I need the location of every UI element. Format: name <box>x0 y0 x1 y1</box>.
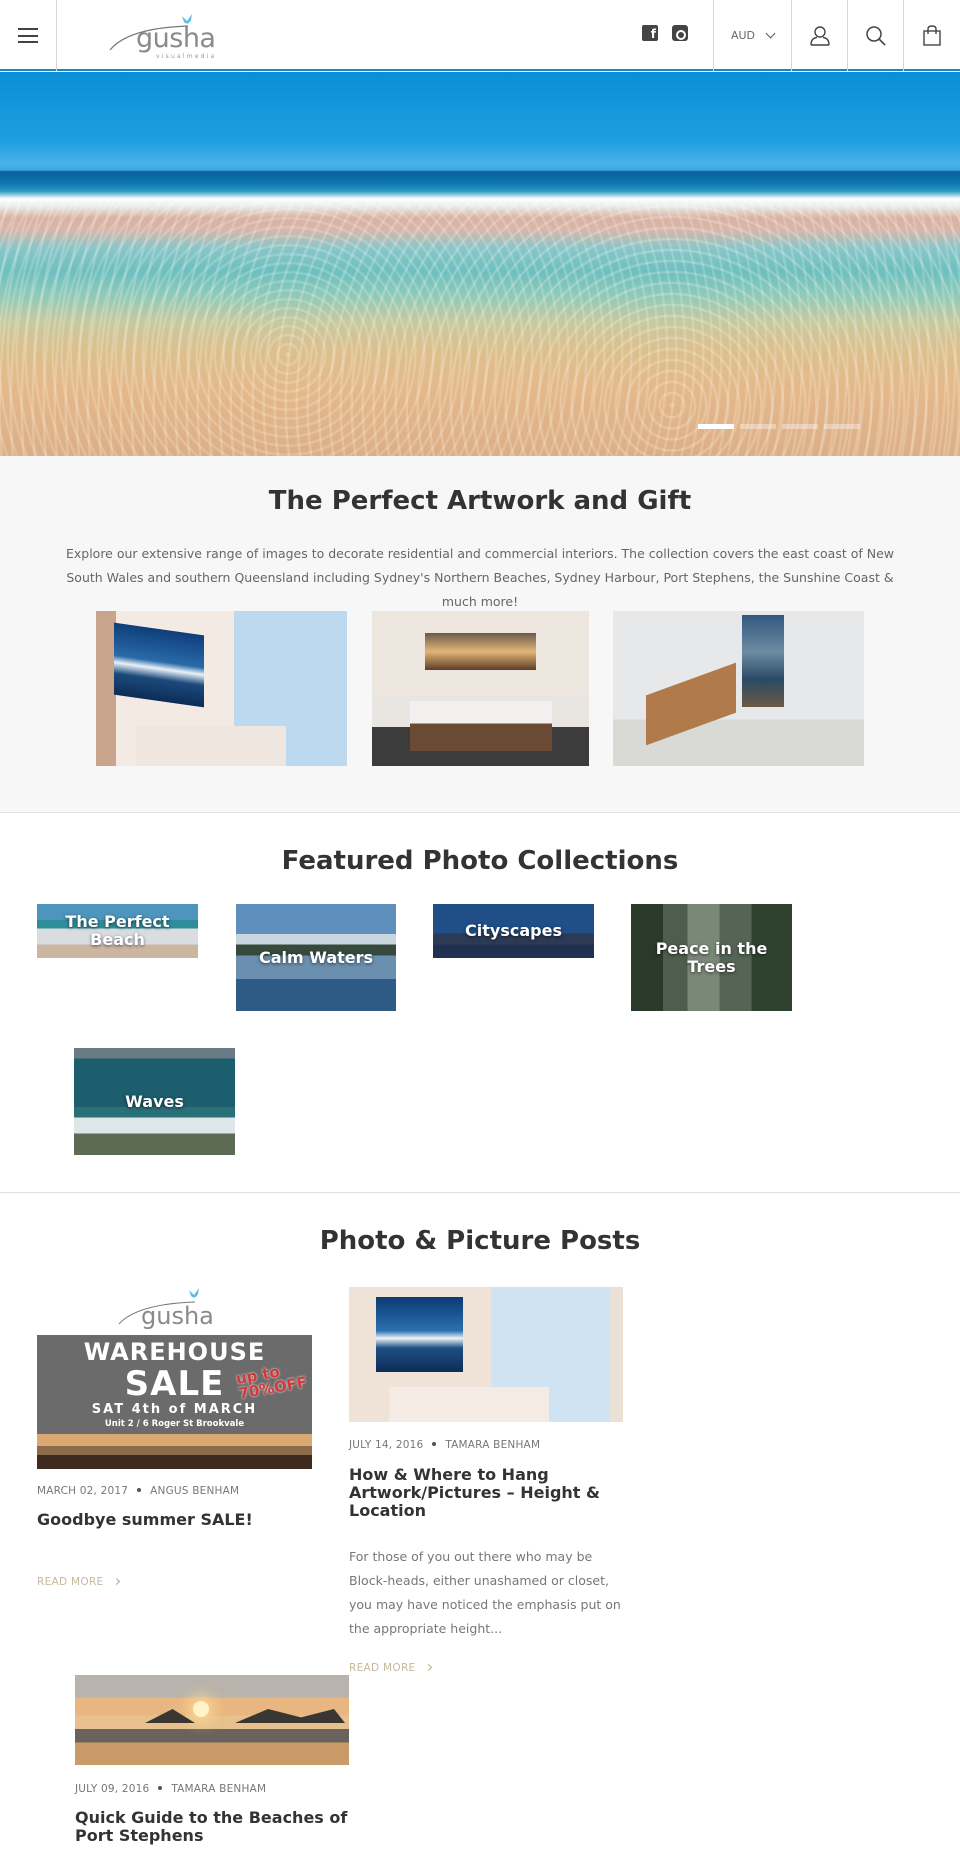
post-author: TAMARA BENHAM <box>171 1783 267 1795</box>
search-icon <box>865 25 886 46</box>
collection-label: Calm Waters <box>258 947 374 967</box>
room-image-lounge[interactable] <box>613 611 864 766</box>
slide-dot-4[interactable] <box>824 424 860 429</box>
sofa-shape <box>389 1387 549 1422</box>
hamburger-icon <box>18 28 38 43</box>
artwork-frame <box>425 633 536 670</box>
sofa-shape <box>136 726 286 766</box>
read-more-link[interactable]: READ MORE <box>37 1576 120 1588</box>
room-image-living[interactable] <box>96 611 347 766</box>
bullet-icon <box>158 1786 163 1790</box>
post-date: MARCH 02, 2017 <box>37 1485 129 1497</box>
intro-section: The Perfect Artwork and Gift Explore our… <box>0 456 960 813</box>
artwork-frame <box>376 1297 463 1372</box>
bed-shape <box>410 701 552 751</box>
posts-title: Photo & Picture Posts <box>319 1226 641 1256</box>
logo-swoosh-bird-icon: gusha <box>118 1288 214 1330</box>
banner-address: Unit 2 / 6 Roger St Brookvale <box>104 1419 245 1429</box>
banner-logo: gusha <box>117 1286 232 1334</box>
post-title[interactable]: How & Where to Hang Artwork/Pictures – H… <box>349 1466 609 1520</box>
post-date: JULY 09, 2016 <box>75 1783 150 1795</box>
read-more-label: READ MORE <box>37 1576 104 1588</box>
chevron-right-icon <box>424 1663 432 1672</box>
account-button[interactable] <box>792 0 848 71</box>
collections-title: Featured Photo Collections <box>281 846 679 876</box>
artwork-frame <box>114 622 204 708</box>
collection-tile-cityscapes[interactable]: Cityscapes <box>433 904 594 958</box>
post-image-warehouse-sale[interactable]: gusha WAREHOUSE SALE up to 70%OFF SAT 4t… <box>37 1286 312 1469</box>
chevron-down-icon <box>765 28 776 39</box>
svg-text:gusha: gusha <box>141 1302 214 1330</box>
chevron-right-icon <box>112 1577 120 1586</box>
read-more-link[interactable]: READ MORE <box>349 1662 432 1674</box>
island-shape <box>145 1709 195 1723</box>
read-more-label: READ MORE <box>349 1662 416 1674</box>
collection-label: Peace in the Trees <box>655 938 768 976</box>
post-title[interactable]: Quick Guide to the Beaches of Port Steph… <box>75 1809 349 1845</box>
post-date: JULY 14, 2016 <box>349 1439 424 1451</box>
post-meta: JULY 14, 2016 TAMARA BENHAM <box>349 1439 540 1451</box>
site-logo[interactable]: gusha visualmedia <box>108 10 223 60</box>
collection-label: Waves <box>125 1091 184 1111</box>
post-image-port-stephens[interactable] <box>75 1675 349 1765</box>
bullet-icon <box>432 1442 437 1446</box>
currency-selector[interactable]: AUD <box>713 0 792 71</box>
banner-photo <box>37 1434 312 1469</box>
slide-indicators <box>698 424 860 429</box>
chair-shape <box>646 662 736 746</box>
bullet-icon <box>137 1488 142 1492</box>
post-image-hang-artwork[interactable] <box>349 1287 623 1422</box>
island-shape <box>235 1709 345 1723</box>
section-divider <box>0 1192 960 1193</box>
instagram-icon[interactable] <box>672 25 688 41</box>
user-icon <box>809 25 830 46</box>
search-button[interactable] <box>848 0 904 71</box>
logo-wordmark: gusha <box>136 23 216 54</box>
slide-dot-2[interactable] <box>740 424 776 429</box>
banner-date: SAT 4th of MARCH <box>91 1402 258 1417</box>
artwork-frame <box>742 615 784 707</box>
collection-tile-perfect-beach[interactable]: The Perfect Beach <box>37 904 198 958</box>
post-title[interactable]: Goodbye summer SALE! <box>37 1511 312 1529</box>
site-header: gusha visualmedia f AUD <box>0 0 960 71</box>
collection-tile-calm-waters[interactable]: Calm Waters <box>236 904 396 1011</box>
logo-tagline: visualmedia <box>156 53 217 60</box>
post-author: TAMARA BENHAM <box>445 1439 541 1451</box>
collection-label: Cityscapes <box>465 921 562 940</box>
collection-tile-peace-in-the-trees[interactable]: Peace in the Trees <box>631 904 792 1011</box>
shopping-bag-icon <box>923 24 941 46</box>
room-image-bedroom[interactable] <box>372 611 589 766</box>
social-links: f <box>642 25 688 41</box>
post-meta: JULY 09, 2016 TAMARA BENHAM <box>75 1783 266 1795</box>
hero-slideshow[interactable] <box>0 72 960 456</box>
post-excerpt: For those of you out there who may be Bl… <box>349 1549 621 1636</box>
sun-shape <box>193 1701 209 1717</box>
cart-button[interactable] <box>904 0 960 71</box>
facebook-icon[interactable]: f <box>642 25 658 41</box>
collection-tile-waves[interactable]: Waves <box>74 1048 235 1155</box>
collection-label: The Perfect Beach <box>65 912 170 949</box>
slide-dot-3[interactable] <box>782 424 818 429</box>
intro-title: The Perfect Artwork and Gift <box>268 486 692 516</box>
currency-value: AUD <box>730 29 756 42</box>
menu-button[interactable] <box>0 0 57 71</box>
slide-dot-1[interactable] <box>698 424 734 429</box>
post-meta: MARCH 02, 2017 ANGUS BENHAM <box>37 1485 239 1497</box>
post-author: ANGUS BENHAM <box>150 1485 240 1497</box>
intro-description: Explore our extensive range of images to… <box>65 546 895 609</box>
banner-line-warehouse: WAREHOUSE <box>83 1338 266 1366</box>
